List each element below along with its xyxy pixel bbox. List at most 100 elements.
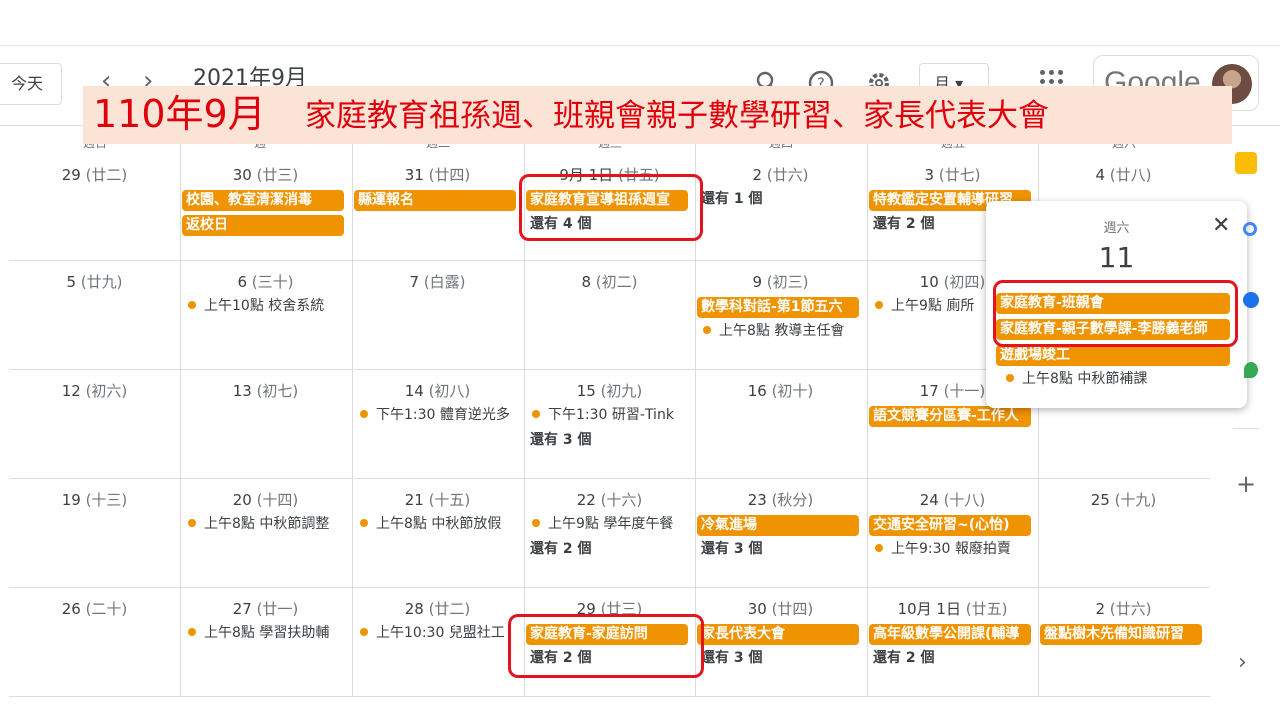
day-number[interactable]: 29 (廿二)	[9, 164, 180, 185]
timed-event[interactable]: 下午1:30 體育逆光多	[360, 405, 522, 425]
day-cell[interactable]: 30 (廿四) 家長代表大會還有 3 個	[695, 587, 866, 697]
day-number[interactable]: 31 (廿四)	[352, 164, 523, 185]
day-number[interactable]: 5 (廿九)	[9, 271, 180, 292]
event-chip[interactable]: 數學科對話-第1節五六	[697, 297, 859, 318]
day-number[interactable]: 28 (廿二)	[352, 598, 523, 619]
popup-day-number[interactable]: 11	[986, 241, 1247, 274]
popup-event-chip[interactable]: 遊戲場竣工	[996, 345, 1230, 366]
day-cell[interactable]: 7 (白露)	[352, 260, 523, 369]
timed-event[interactable]: 上午8點 學習扶助輔	[188, 623, 350, 643]
timed-event[interactable]: 上午10點 校舍系統	[188, 296, 350, 316]
day-cell[interactable]: 6 (三十) 上午10點 校舍系統	[180, 260, 351, 369]
lunar-date-label: (廿六)	[766, 166, 809, 184]
day-cell[interactable]: 28 (廿二) 上午10:30 兒盟社工	[352, 587, 523, 697]
day-number[interactable]: 9 (初三)	[695, 271, 866, 292]
day-cell[interactable]: 2 (廿六) 盤點樹木先備知識研習	[1038, 587, 1209, 697]
timed-event[interactable]: 上午8點 中秋節放假	[360, 514, 522, 534]
day-cell[interactable]: 23 (秋分) 冷氣進場還有 3 個	[695, 478, 866, 587]
more-events-link[interactable]: 還有 3 個	[701, 648, 763, 668]
timed-event[interactable]: 下午1:30 研習-Tink	[532, 405, 694, 425]
add-addon-icon[interactable]: +	[1236, 470, 1256, 498]
more-events-link[interactable]: 還有 2 個	[530, 539, 592, 559]
day-number[interactable]: 24 (十八)	[867, 489, 1038, 510]
day-number[interactable]: 6 (三十)	[180, 271, 351, 292]
event-chip[interactable]: 返校日	[182, 215, 344, 236]
day-number[interactable]: 8 (初二)	[524, 271, 695, 292]
chevron-right-icon[interactable]: ›	[1238, 650, 1247, 675]
day-number-label: 13	[232, 382, 252, 400]
day-cell[interactable]: 26 (二十)	[9, 587, 180, 697]
day-number[interactable]: 2 (廿六)	[695, 164, 866, 185]
day-cell[interactable]: 12 (初六)	[9, 369, 180, 478]
more-events-link[interactable]: 還有 1 個	[701, 189, 763, 209]
banner-year-month: 110年9月	[93, 92, 266, 136]
contacts-icon[interactable]	[1243, 292, 1259, 308]
day-number[interactable]: 12 (初六)	[9, 380, 180, 401]
close-icon[interactable]: ✕	[1212, 213, 1230, 238]
day-number[interactable]: 16 (初十)	[695, 380, 866, 401]
day-cell[interactable]: 24 (十八) 交通安全研習~(心怡) 上午9:30 報廢拍賣	[867, 478, 1038, 587]
day-cell[interactable]: 22 (十六) 上午9點 學年度午餐 還有 2 個	[524, 478, 695, 587]
popup-timed-event[interactable]: 上午8點 中秋節補課	[1006, 369, 1168, 389]
more-events-link[interactable]: 還有 2 個	[873, 214, 935, 234]
day-cell[interactable]: 20 (十四) 上午8點 中秋節調整	[180, 478, 351, 587]
day-number[interactable]: 13 (初七)	[180, 380, 351, 401]
day-cell[interactable]: 10月 1日 (廿五) 高年級數學公開課(輔導還有 2 個	[867, 587, 1038, 697]
day-number[interactable]: 27 (廿一)	[180, 598, 351, 619]
day-cell[interactable]: 30 (廿三) 校園、教室清潔消毒 返校日	[180, 126, 351, 260]
event-chip[interactable]: 縣運報名	[354, 190, 516, 211]
day-cell[interactable]: 27 (廿一) 上午8點 學習扶助輔	[180, 587, 351, 697]
more-events-link[interactable]: 還有 3 個	[530, 430, 592, 450]
keep-icon[interactable]	[1235, 152, 1257, 174]
day-number[interactable]: 20 (十四)	[180, 489, 351, 510]
day-number[interactable]: 7 (白露)	[352, 271, 523, 292]
event-chip[interactable]: 交通安全研習~(心怡)	[869, 515, 1031, 536]
day-cell[interactable]: 2 (廿六) 還有 1 個	[695, 126, 866, 260]
event-chip[interactable]: 語文競賽分區賽-工作人	[869, 406, 1031, 427]
day-number[interactable]: 23 (秋分)	[695, 489, 866, 510]
day-number[interactable]: 30 (廿三)	[180, 164, 351, 185]
day-number[interactable]: 10月 1日 (廿五)	[867, 598, 1038, 619]
day-cell[interactable]: 15 (初九) 下午1:30 研習-Tink 還有 3 個	[524, 369, 695, 478]
day-cell[interactable]: 5 (廿九)	[9, 260, 180, 369]
day-cell[interactable]: 25 (十九)	[1038, 478, 1209, 587]
day-cell[interactable]: 21 (十五) 上午8點 中秋節放假	[352, 478, 523, 587]
day-number[interactable]: 19 (十三)	[9, 489, 180, 510]
timed-event[interactable]: 上午8點 中秋節調整	[188, 514, 350, 534]
event-chip[interactable]: 高年級數學公開課(輔導	[869, 624, 1031, 645]
timed-event[interactable]: 上午9點 學年度午餐	[532, 514, 694, 534]
event-chip[interactable]: 校園、教室清潔消毒	[182, 190, 344, 211]
day-number[interactable]: 30 (廿四)	[695, 598, 866, 619]
lunar-date-label: (初六)	[85, 382, 128, 400]
event-chip[interactable]: 盤點樹木先備知識研習	[1040, 624, 1202, 645]
timed-event[interactable]: 上午9:30 報廢拍賣	[875, 539, 1037, 559]
more-events-link[interactable]: 還有 2 個	[873, 648, 935, 668]
day-cell[interactable]: 9 (初三) 數學科對話-第1節五六上午8點 教導主任會	[695, 260, 866, 369]
day-number[interactable]: 22 (十六)	[524, 489, 695, 510]
event-chip[interactable]: 家長代表大會	[697, 624, 859, 645]
more-events-link[interactable]: 還有 3 個	[701, 539, 763, 559]
day-cell[interactable]: 14 (初八) 下午1:30 體育逆光多	[352, 369, 523, 478]
day-cell[interactable]: 8 (初二)	[524, 260, 695, 369]
day-number[interactable]: 21 (十五)	[352, 489, 523, 510]
timed-event[interactable]: 上午10:30 兒盟社工	[360, 623, 522, 643]
day-cell[interactable]: 29 (廿二)	[9, 126, 180, 260]
day-cell[interactable]: 19 (十三)	[9, 478, 180, 587]
timed-event[interactable]: 上午8點 教導主任會	[703, 321, 865, 341]
day-number[interactable]: 26 (二十)	[9, 598, 180, 619]
event-dot-icon	[875, 301, 883, 309]
day-cell[interactable]: 31 (廿四) 縣運報名	[352, 126, 523, 260]
timed-event-label: 上午10點 校舍系統	[204, 298, 325, 314]
today-button[interactable]: 今天	[0, 63, 62, 105]
day-number[interactable]: 3 (廿七)	[867, 164, 1038, 185]
day-cell[interactable]: 13 (初七)	[180, 369, 351, 478]
event-chip[interactable]: 冷氣進場	[697, 515, 859, 536]
day-number[interactable]: 14 (初八)	[352, 380, 523, 401]
day-cell[interactable]: 16 (初十)	[695, 369, 866, 478]
maps-icon[interactable]	[1244, 362, 1258, 378]
day-number[interactable]: 2 (廿六)	[1038, 598, 1209, 619]
tasks-icon[interactable]	[1243, 222, 1257, 236]
day-number[interactable]: 25 (十九)	[1038, 489, 1209, 510]
day-number[interactable]: 4 (廿八)	[1038, 164, 1209, 185]
day-number[interactable]: 15 (初九)	[524, 380, 695, 401]
